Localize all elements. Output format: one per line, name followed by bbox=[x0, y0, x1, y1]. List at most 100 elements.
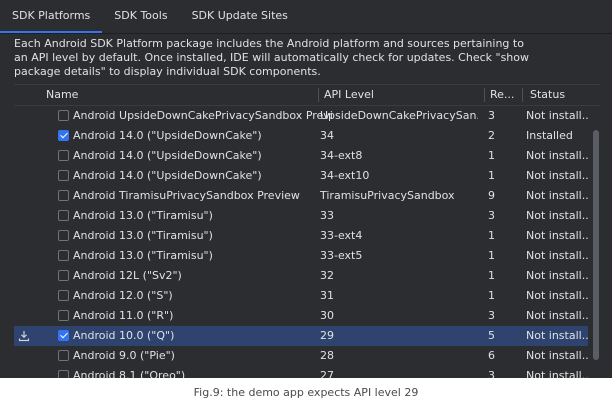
column-header-status[interactable]: Status bbox=[530, 85, 565, 105]
platform-name: Android 13.0 ("Tiramisu") bbox=[73, 229, 213, 242]
table-row[interactable]: Android 14.0 ("UpsideDownCake") 34 2 Instal… bbox=[14, 126, 588, 146]
platform-name: Android TiramisuPrivacySandbox Preview bbox=[73, 189, 300, 202]
api-level: 34 bbox=[320, 129, 334, 142]
table-row[interactable]: Android 14.0 ("UpsideDownCake") 34-ext10 1… bbox=[14, 166, 588, 186]
install-status: Not install... bbox=[526, 309, 588, 322]
revision: 1 bbox=[488, 149, 495, 162]
api-level: 34-ext8 bbox=[320, 149, 363, 162]
vertical-scrollbar[interactable] bbox=[592, 106, 600, 378]
install-status: Not install... bbox=[526, 269, 588, 282]
platform-name: Android 14.0 ("UpsideDownCake") bbox=[73, 149, 262, 162]
install-status: Not install... bbox=[526, 189, 588, 202]
revision: 3 bbox=[488, 369, 495, 378]
platform-name: Android 14.0 ("UpsideDownCake") bbox=[73, 169, 262, 182]
table-header: Name API Level Re... Status bbox=[14, 85, 600, 106]
install-checkbox[interactable] bbox=[58, 170, 69, 181]
table-row[interactable]: Android 8.1 ("Oreo") 27 3 Not install... bbox=[14, 366, 588, 378]
table-row[interactable]: Android 14.0 ("UpsideDownCake") 34-ext8 1 N… bbox=[14, 146, 588, 166]
install-checkbox[interactable] bbox=[58, 190, 69, 201]
revision: 3 bbox=[488, 309, 495, 322]
api-level: 34-ext10 bbox=[320, 169, 370, 182]
column-divider[interactable] bbox=[522, 88, 523, 102]
install-checkbox[interactable] bbox=[58, 310, 69, 321]
table-row[interactable]: Android 11.0 ("R") 30 3 Not install... bbox=[14, 306, 588, 326]
platform-name: Android 13.0 ("Tiramisu") bbox=[73, 249, 213, 262]
column-header-api-level[interactable]: API Level bbox=[324, 85, 374, 105]
api-level: 31 bbox=[320, 289, 334, 302]
install-checkbox[interactable] bbox=[58, 150, 69, 161]
install-status: Not install... bbox=[526, 249, 588, 262]
install-status: Not install... bbox=[526, 209, 588, 222]
revision: 6 bbox=[488, 349, 495, 362]
table-row[interactable]: Android 12L ("Sv2") 32 1 Not install... bbox=[14, 266, 588, 286]
install-status: Not install... bbox=[526, 369, 588, 378]
api-level: 33 bbox=[320, 209, 334, 222]
revision: 1 bbox=[488, 289, 495, 302]
install-status: Installed bbox=[526, 129, 573, 142]
tab-sdk-update-sites[interactable]: SDK Update Sites bbox=[180, 0, 300, 33]
install-checkbox[interactable] bbox=[58, 350, 69, 361]
install-checkbox[interactable] bbox=[58, 110, 69, 121]
api-level: 29 bbox=[320, 329, 334, 342]
platform-name: Android 9.0 ("Pie") bbox=[73, 349, 175, 362]
install-checkbox[interactable] bbox=[58, 290, 69, 301]
tab-sdk-tools[interactable]: SDK Tools bbox=[102, 0, 179, 33]
revision: 1 bbox=[488, 169, 495, 182]
platform-name: Android 12.0 ("S") bbox=[73, 289, 173, 302]
column-header-name[interactable]: Name bbox=[46, 85, 78, 105]
api-level: 33-ext4 bbox=[320, 229, 363, 242]
table-row[interactable]: Android 13.0 ("Tiramisu") 33 3 Not install.… bbox=[14, 206, 588, 226]
install-checkbox[interactable] bbox=[58, 330, 69, 341]
sdk-platforms-table: Name API Level Re... Status Android Upsi… bbox=[14, 84, 600, 378]
api-level: 28 bbox=[320, 349, 334, 362]
api-level: UpsideDownCakePrivacySan... bbox=[320, 109, 478, 122]
platform-name: Android 12L ("Sv2") bbox=[73, 269, 182, 282]
install-status: Not install... bbox=[526, 289, 588, 302]
sdk-manager-panel: SDK Platforms SDK Tools SDK Update Sites… bbox=[0, 0, 612, 378]
install-checkbox[interactable] bbox=[58, 210, 69, 221]
tab-sdk-platforms[interactable]: SDK Platforms bbox=[0, 0, 103, 33]
install-checkbox[interactable] bbox=[58, 230, 69, 241]
revision: 3 bbox=[488, 209, 495, 222]
api-level: 32 bbox=[320, 269, 334, 282]
install-status: Not install... bbox=[526, 169, 588, 182]
table-row[interactable]: Android 13.0 ("Tiramisu") 33-ext5 1 Not ins… bbox=[14, 246, 588, 266]
platform-name: Android 14.0 ("UpsideDownCake") bbox=[73, 129, 262, 142]
table-row[interactable]: Android 10.0 ("Q") 29 5 Not install... bbox=[14, 326, 588, 346]
install-checkbox[interactable] bbox=[58, 270, 69, 281]
install-checkbox[interactable] bbox=[58, 250, 69, 261]
revision: 3 bbox=[488, 109, 495, 122]
platform-name: Android 11.0 ("R") bbox=[73, 309, 174, 322]
column-divider[interactable] bbox=[318, 88, 319, 102]
revision: 1 bbox=[488, 269, 495, 282]
platform-name: Android UpsideDownCakePrivacySandbox Pre… bbox=[73, 109, 333, 122]
platform-name: Android 10.0 ("Q") bbox=[73, 329, 175, 342]
tab-bar: SDK Platforms SDK Tools SDK Update Sites bbox=[0, 0, 612, 34]
description-line: package details" to display individual S… bbox=[14, 65, 321, 78]
table-row[interactable]: Android TiramisuPrivacySandbox Preview Ti… bbox=[14, 186, 588, 206]
column-divider[interactable] bbox=[484, 88, 485, 102]
api-level: 27 bbox=[320, 369, 334, 378]
column-header-revision[interactable]: Re... bbox=[490, 85, 514, 105]
platform-name: Android 8.1 ("Oreo") bbox=[73, 369, 186, 378]
install-status: Not install... bbox=[526, 229, 588, 242]
figure-caption: Fig.9: the demo app expects API level 29 bbox=[193, 386, 419, 399]
install-status: Not install... bbox=[526, 149, 588, 162]
platform-name: Android 13.0 ("Tiramisu") bbox=[73, 209, 213, 222]
api-level: 30 bbox=[320, 309, 334, 322]
table-row[interactable]: Android 12.0 ("S") 31 1 Not install... bbox=[14, 286, 588, 306]
table-row[interactable]: Android 13.0 ("Tiramisu") 33-ext4 1 Not ins… bbox=[14, 226, 588, 246]
revision: 1 bbox=[488, 229, 495, 242]
revision: 9 bbox=[488, 189, 495, 202]
description-line: Each Android SDK Platform package includ… bbox=[14, 37, 524, 50]
table-row[interactable]: Android UpsideDownCakePrivacySandbox Pre… bbox=[14, 106, 588, 126]
revision: 2 bbox=[488, 129, 495, 142]
table-row[interactable]: Android 9.0 ("Pie") 28 6 Not install... bbox=[14, 346, 588, 366]
revision: 1 bbox=[488, 249, 495, 262]
install-checkbox[interactable] bbox=[58, 370, 69, 378]
install-checkbox[interactable] bbox=[58, 130, 69, 141]
description-line: an API level by default. Once installed,… bbox=[14, 51, 529, 64]
api-level: TiramisuPrivacySandbox bbox=[320, 189, 455, 202]
revision: 5 bbox=[488, 329, 495, 342]
scrollbar-thumb[interactable] bbox=[593, 130, 599, 360]
